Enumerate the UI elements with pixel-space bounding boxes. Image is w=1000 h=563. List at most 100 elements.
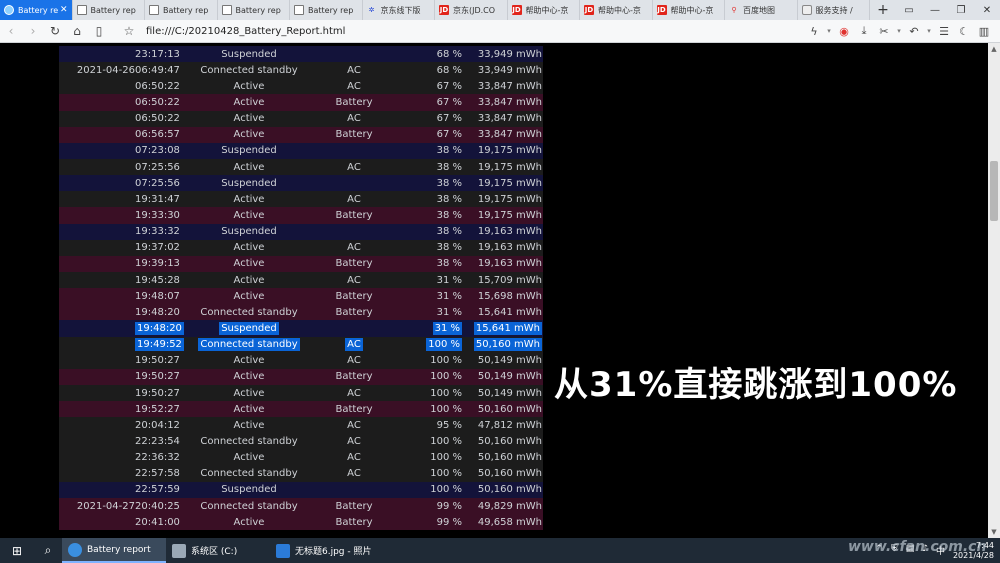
cell-cap: 19,163 mWh (462, 258, 542, 269)
cell-source-text: AC (347, 80, 361, 92)
table-row: 19:50:27 Active AC 100 % 50,149 mWh (59, 352, 543, 369)
browser-tab[interactable]: Battery rep (145, 0, 218, 20)
vertical-scrollbar[interactable]: ▲ ▼ (988, 43, 1000, 538)
scissors-icon[interactable]: ✂ (874, 25, 894, 38)
download-icon[interactable]: ⤓ (854, 24, 874, 38)
cell-cap: 50,149 mWh (462, 355, 542, 366)
cell-cap: 50,149 mWh (462, 388, 542, 399)
menu-icon[interactable]: ☰ (934, 25, 954, 38)
cell-source-text: Battery (335, 306, 373, 318)
scrollbar-thumb[interactable] (990, 161, 998, 221)
tab-list-icon[interactable]: ▭ (896, 5, 922, 16)
cell-state: Connected standby (182, 436, 316, 447)
table-row: 2021-04-27 20:40:25 Connected standby Batte… (59, 497, 543, 515)
table-row: 20:41:00 Active Battery 99 % 49,658 mWh (59, 514, 543, 531)
browser-tab[interactable]: 服务支持 / (798, 0, 870, 20)
cell-pct-text: 31 % (436, 306, 462, 318)
night-mode-icon[interactable]: ☾ (954, 25, 974, 38)
cell-state: Suspended (182, 178, 316, 189)
tab-label: Battery rep (163, 5, 209, 15)
scroll-down-icon[interactable]: ▼ (988, 528, 1000, 536)
cell-time-text: 19:45:28 (135, 274, 180, 286)
cell-state: Active (182, 291, 316, 302)
refresh-icon[interactable]: ↻ (44, 24, 66, 38)
cell-pct-text: 67 % (436, 96, 462, 108)
windows-start-icon[interactable]: ⊞ (0, 538, 34, 563)
cell-time-text: 19:49:52 (135, 338, 184, 352)
cell-source-text: AC (347, 387, 361, 399)
browser-tab[interactable]: JD 帮助中心-京 (580, 0, 653, 20)
cell-cap: 50,160 mWh (462, 452, 542, 463)
svc-icon (801, 5, 812, 15)
browser-tab[interactable]: JD 帮助中心-京 (508, 0, 580, 20)
cell-pct-text: 100 % (430, 355, 462, 367)
cell-state: Active (182, 258, 316, 269)
browser-tab[interactable]: Battery rep (218, 0, 290, 20)
taskbar-app[interactable]: 无标题6.jpg - 照片 (270, 538, 390, 563)
close-tab-icon[interactable]: ✕ (60, 5, 68, 15)
home-icon[interactable]: ⌂ (66, 24, 88, 38)
cell-pct-text: 31 % (432, 321, 462, 335)
cell-pct-text: 67 % (436, 113, 462, 125)
browser-tab[interactable]: Battery rep (290, 0, 363, 20)
favorite-star-icon[interactable]: ☆ (118, 24, 140, 38)
cell-date-text: 2021-04-27 (76, 500, 135, 512)
browser-tab[interactable]: ✲ 京东线下版 (363, 0, 435, 20)
back-icon[interactable]: ‹ (0, 24, 22, 38)
undo-dropdown-icon[interactable]: ▾ (924, 27, 934, 35)
cell-pct: 99 % (392, 501, 462, 512)
flash-dropdown-icon[interactable]: ▾ (824, 27, 834, 35)
cell-pct: 95 % (392, 420, 462, 431)
forward-icon[interactable]: › (22, 24, 44, 38)
cell-pct-text: 68 % (436, 64, 462, 76)
cell-source: Battery (316, 129, 392, 140)
reading-view-icon[interactable]: ▯ (88, 24, 110, 38)
cell-source: AC (316, 275, 392, 286)
minimize-button[interactable]: — (922, 5, 948, 16)
scissors-dropdown-icon[interactable]: ▾ (894, 27, 904, 35)
maximize-button[interactable]: ❐ (948, 5, 974, 16)
cell-source-text: Battery (335, 516, 373, 528)
undo-icon[interactable]: ↶ (904, 25, 924, 38)
cell-state: Active (182, 275, 316, 286)
browser-tab[interactable]: ⚲ 百度地图 (725, 0, 798, 20)
browser-tab[interactable]: JD 帮助中心-京 (653, 0, 725, 20)
flash-icon[interactable]: ϟ (804, 25, 824, 38)
cell-source-text: AC (347, 468, 361, 480)
tab-label: 帮助中心-京 (670, 5, 714, 15)
close-window-button[interactable]: ✕ (974, 5, 1000, 16)
cell-time: 23:17:13 (135, 49, 182, 60)
cell-cap-text: 19,175 mWh (477, 177, 542, 189)
cell-cap: 19,163 mWh (462, 242, 542, 253)
browser-tab[interactable]: Battery re ✕ (0, 0, 73, 20)
page-icon (221, 5, 232, 15)
browser-tab[interactable]: Battery rep (73, 0, 145, 20)
cell-time: 07:25:56 (135, 178, 182, 189)
scroll-up-icon[interactable]: ▲ (988, 45, 1000, 53)
cell-source: AC (316, 468, 392, 479)
browser-tab[interactable]: JD 京东(JD.CO (435, 0, 508, 20)
cell-cap-text: 49,658 mWh (477, 516, 542, 528)
cell-state-text: Connected standby (200, 435, 298, 447)
search-icon[interactable]: ⌕ (34, 538, 62, 563)
cell-cap-text: 50,149 mWh (477, 355, 542, 367)
new-tab-button[interactable]: + (870, 0, 896, 20)
taskbar-app[interactable]: Battery report (62, 538, 166, 563)
cell-cap-text: 50,160 mWh (473, 338, 542, 352)
split-screen-icon[interactable]: ▥ (974, 25, 994, 38)
cell-pct-text: 38 % (436, 193, 462, 205)
cell-cap-text: 33,847 mWh (477, 113, 542, 125)
battery-report-table: 23:17:13 Suspended 68 % 33,949 mWh 2021-04-2… (59, 46, 543, 531)
taskbar-app-label: Battery report (87, 544, 151, 555)
cell-state-text: Active (233, 371, 265, 383)
cell-state: Active (182, 371, 316, 382)
cell-pct-text: 100 % (430, 484, 462, 496)
game-icon[interactable]: ◉ (834, 25, 854, 38)
cell-source-text: Battery (335, 403, 373, 415)
cell-pct: 38 % (392, 210, 462, 221)
url-field[interactable]: file:///C:/20210428_Battery_Report.html (146, 26, 804, 37)
jd-icon: JD (656, 5, 667, 15)
cell-state-text: Suspended (221, 145, 277, 157)
cell-time: 19:45:28 (135, 275, 182, 286)
taskbar-app[interactable]: 系统区 (C:) (166, 538, 270, 563)
